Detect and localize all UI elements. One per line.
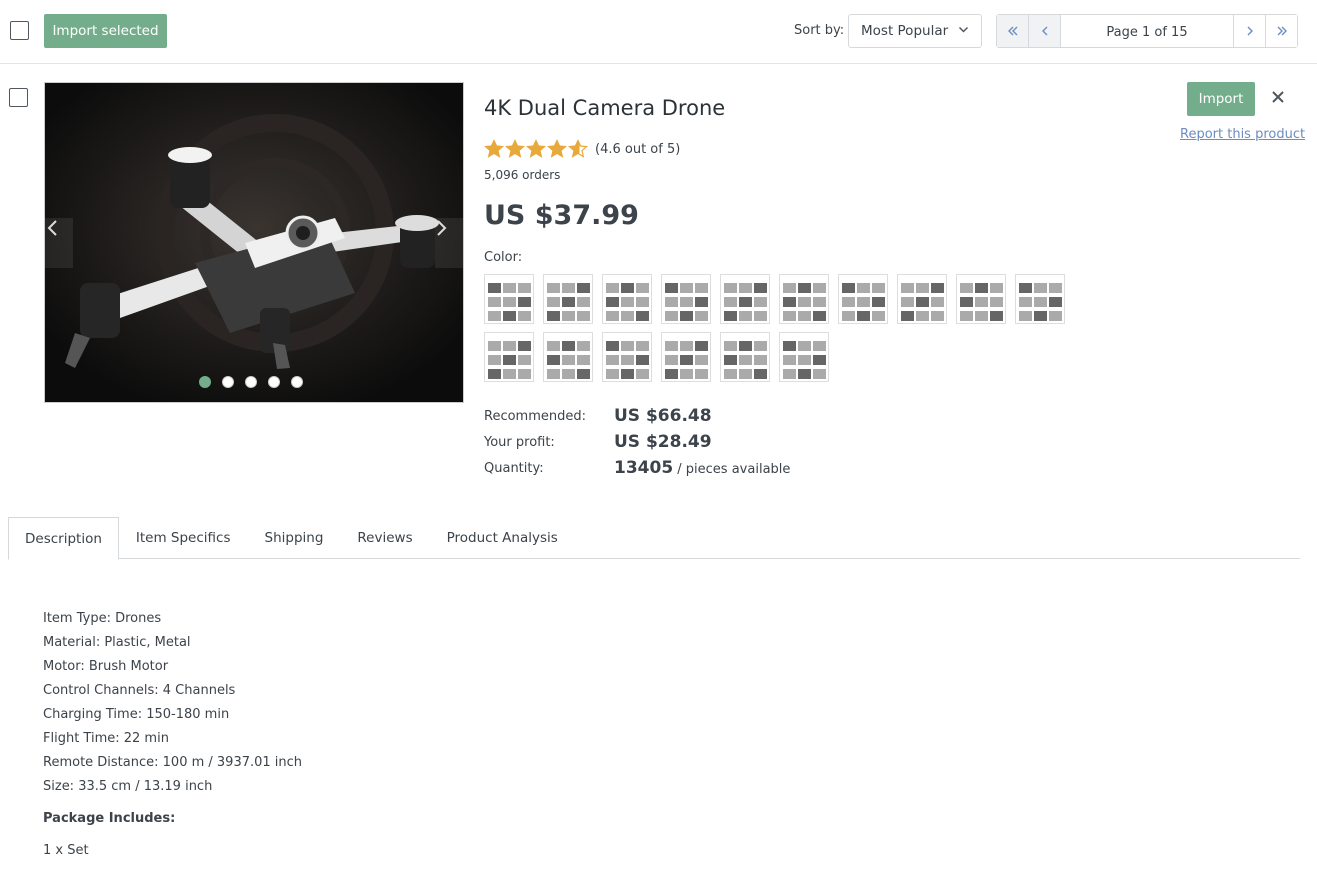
quantity-suffix: / pieces available [673, 462, 791, 477]
product-checkbox[interactable] [9, 88, 28, 107]
color-swatch[interactable] [543, 332, 593, 382]
star-icon [568, 139, 588, 158]
rating-stars [484, 139, 589, 159]
recommended-row: Recommended: US $66.48 [484, 406, 712, 426]
chevron-left-icon [47, 220, 57, 236]
recommended-value: US $66.48 [614, 406, 712, 426]
description-line: Material: Plastic, Metal [43, 635, 191, 650]
gallery-dot[interactable] [222, 376, 234, 388]
star-icon [484, 139, 504, 158]
description-line: Size: 33.5 cm / 13.19 inch [43, 779, 213, 794]
product-tabs: Description Item Specifics Shipping Reviews… [8, 517, 1300, 560]
color-swatch[interactable] [838, 274, 888, 324]
sort-label: Sort by: [794, 23, 845, 38]
color-swatch[interactable] [661, 332, 711, 382]
package-heading: Package Includes: [43, 811, 176, 826]
product-title: 4K Dual Camera Drone [484, 96, 726, 120]
last-page-button[interactable] [1265, 15, 1297, 47]
color-swatch[interactable] [661, 274, 711, 324]
gallery-prev-button[interactable] [45, 218, 73, 268]
description-line: Control Channels: 4 Channels [43, 683, 236, 698]
color-swatch[interactable] [602, 332, 652, 382]
chevron-down-icon [958, 24, 969, 38]
color-swatch[interactable] [720, 274, 770, 324]
drone-image [45, 83, 463, 402]
color-swatch[interactable] [484, 274, 534, 324]
gallery-dot[interactable] [245, 376, 257, 388]
description-line: Flight Time: 22 min [43, 731, 169, 746]
next-page-button[interactable] [1233, 15, 1265, 47]
tab-product-analysis[interactable]: Product Analysis [430, 517, 575, 559]
color-swatch[interactable] [543, 274, 593, 324]
star-icon [547, 139, 567, 158]
close-icon[interactable] [1270, 86, 1286, 111]
report-product-link[interactable]: Report this product [1180, 127, 1305, 142]
product-image-gallery [44, 82, 464, 403]
gallery-dots [199, 376, 303, 388]
gallery-dot[interactable] [199, 376, 211, 388]
product-price: US $37.99 [484, 200, 639, 231]
color-swatch[interactable] [484, 332, 534, 382]
color-swatch[interactable] [602, 274, 652, 324]
import-button[interactable]: Import [1187, 82, 1255, 116]
description-line: Charging Time: 150-180 min [43, 707, 230, 722]
tab-item-specifics[interactable]: Item Specifics [119, 517, 248, 559]
color-swatch[interactable] [779, 332, 829, 382]
description-panel: Item Type: Drones Material: Plastic, Meta… [43, 607, 302, 863]
sort-select-value: Most Popular [861, 23, 949, 39]
gallery-dot[interactable] [291, 376, 303, 388]
color-swatch[interactable] [956, 274, 1006, 324]
chevron-right-icon [1247, 26, 1253, 36]
chevron-left-icon [1041, 26, 1047, 36]
star-icon [526, 139, 546, 158]
tab-reviews[interactable]: Reviews [340, 517, 429, 559]
prev-page-button[interactable] [1029, 15, 1061, 47]
double-chevron-right-icon [1277, 26, 1287, 36]
recommended-label: Recommended: [484, 409, 586, 424]
description-line: Item Type: Drones [43, 611, 162, 626]
color-swatch[interactable] [720, 332, 770, 382]
profit-label: Your profit: [484, 435, 555, 450]
double-chevron-left-icon [1007, 26, 1017, 36]
color-swatch[interactable] [897, 274, 947, 324]
tab-description[interactable]: Description [8, 517, 119, 560]
quantity-value: 13405 [614, 458, 674, 478]
first-page-button[interactable] [997, 15, 1029, 47]
pagination: Page 1 of 15 [996, 14, 1298, 48]
sort-select[interactable]: Most Popular [848, 14, 982, 48]
rating-text: (4.6 out of 5) [595, 141, 681, 157]
profit-value: US $28.49 [614, 432, 712, 452]
gallery-dot[interactable] [268, 376, 280, 388]
import-selected-button[interactable]: Import selected [44, 14, 167, 48]
top-toolbar: Import selected Sort by: Most Popular Pa… [0, 0, 1317, 64]
rating: (4.6 out of 5) [484, 139, 680, 159]
color-swatches [484, 274, 1084, 382]
color-swatch[interactable] [779, 274, 829, 324]
page-indicator: Page 1 of 15 [1106, 24, 1188, 40]
color-swatch[interactable] [1015, 274, 1065, 324]
quantity-row: Quantity: 13405 / pieces available [484, 458, 790, 478]
chevron-right-icon [437, 220, 447, 236]
gallery-next-button[interactable] [435, 218, 463, 268]
package-item: 1 x Set [43, 843, 89, 858]
quantity-label: Quantity: [484, 461, 544, 476]
tab-shipping[interactable]: Shipping [248, 517, 341, 559]
description-line: Motor: Brush Motor [43, 659, 169, 674]
orders-count: 5,096 orders [484, 168, 561, 182]
color-label: Color: [484, 250, 523, 265]
select-all-checkbox[interactable] [10, 21, 29, 40]
star-icon [505, 139, 525, 158]
profit-row: Your profit: US $28.49 [484, 432, 712, 452]
description-line: Remote Distance: 100 m / 3937.01 inch [43, 755, 303, 770]
